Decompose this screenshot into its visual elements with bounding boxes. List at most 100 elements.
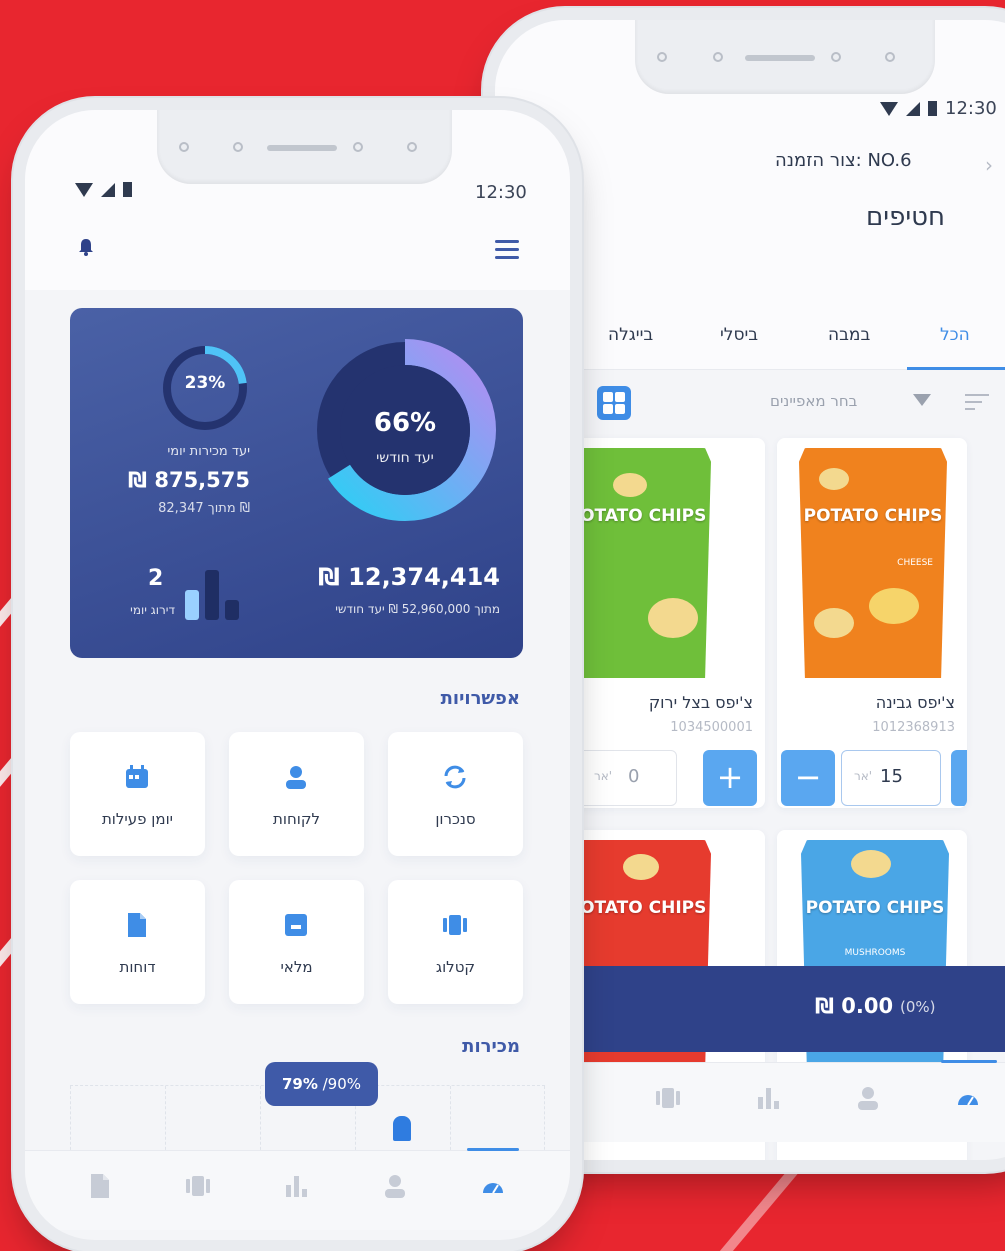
sales-title: מכירות [462,1036,520,1057]
tab-indicator [907,367,1005,370]
phone-notch [635,20,935,94]
tab-all[interactable]: הכל [940,325,970,345]
tile-label: לקוחות [273,810,320,828]
sales-target: /90% [317,1075,362,1093]
product-brand: POTATO CHIPS [805,898,945,918]
dashboard-icon[interactable] [955,1085,981,1111]
sales-bar [393,1116,411,1141]
quantity-input[interactable]: אר' 15 [841,750,941,806]
sync-icon [444,765,466,789]
chart-icon[interactable] [283,1173,309,1199]
product-image: POTATO CHIPS [575,448,711,678]
chip-graphic [648,598,698,638]
chip-graphic [623,854,659,880]
signal-icon [906,101,920,116]
tile-label: דוחות [119,958,156,976]
product-card[interactable]: POTATO CHIPS צ'יפס בצל ירוק 1034500001 א… [575,438,765,808]
tile-label: יומן פעילות [101,810,174,828]
bottom-nav [25,1148,570,1230]
tile-customers[interactable]: לקוחות [229,732,364,856]
bell-icon[interactable] [77,238,95,256]
monthly-amount: ₪ 12,374,414 [318,563,500,591]
sales-tooltip: 79% /90% [265,1062,378,1106]
sensor [713,52,723,62]
bottom-nav [495,1060,1005,1142]
tile-reports[interactable]: דוחות [70,880,205,1004]
order-id: צור הזמנה: NO.6 [775,150,912,171]
user-icon[interactable] [855,1085,881,1111]
product-image: POTATO CHIPS CHEESE [799,448,947,678]
tile-sync[interactable]: סנכרון [388,732,523,856]
product-code: 1034500001 [670,720,753,735]
grid-view-icon[interactable] [597,386,631,420]
product-name: צ'יפס גבינה [875,693,955,712]
product-brand: POTATO CHIPS [575,898,707,918]
phone-notch [157,110,452,184]
filter-icon[interactable] [913,394,931,406]
sensor [353,142,363,152]
tile-label: קטלוג [435,958,476,976]
tab-bamba[interactable]: במבה [828,325,870,345]
unit-label: אר' [854,769,873,783]
document-icon[interactable] [87,1173,113,1199]
speaker [267,145,337,151]
filter-row: בחר מאפיינים [495,372,1005,434]
product-name: צ'יפס בצל ירוק [648,693,753,712]
back-chevron-icon[interactable]: › [985,153,993,177]
product-flavor: CHEESE [897,558,933,568]
tile-inventory[interactable]: מלאי [229,880,364,1004]
battery-icon [928,101,937,116]
monthly-target-of: מתוך 52,960,000 ₪ יעד חודשי [335,602,500,616]
chip-graphic [819,468,849,490]
chip-graphic [613,473,647,497]
document-icon [128,913,146,937]
filter-select[interactable]: בחר מאפיינים [770,392,857,410]
chart-icon[interactable] [755,1085,781,1111]
tile-activity-log[interactable]: יומן פעילות [70,732,205,856]
camera [657,52,667,62]
tab-bisli[interactable]: ביסלי [720,325,758,345]
quantity-value: 0 [628,766,640,787]
phone-dashboard: 12:30 66% יעד חודשי 23% יעד מכירות יומי … [25,110,570,1240]
nav-active-indicator [467,1148,519,1151]
sales-value: 79% [281,1075,318,1093]
cart-summary-bar[interactable]: ^ (0%) ₪ 0.00 [575,966,1005,1052]
sensor [233,142,243,152]
chip-graphic [851,850,891,878]
increase-button[interactable]: + [951,750,967,806]
phone-catalog: 12:30 › צור הזמנה: NO.6 חטיפים הכל במבה … [495,20,1005,1160]
wifi-icon [75,182,93,197]
chip-graphic [814,608,854,638]
product-brand: POTATO CHIPS [575,506,707,526]
user-icon[interactable] [382,1173,408,1199]
camera [179,142,189,152]
sales-summary-card: 66% יעד חודשי 23% יעד מכירות יומי ₪ 875,… [70,308,523,658]
monthly-percent: 66% [373,408,437,438]
user-icon [286,766,306,789]
inventory-icon [285,914,307,936]
quantity-stepper: אר' 0 + [575,750,765,806]
wifi-icon [880,101,898,116]
cart-total: ₪ 0.00 [815,994,894,1018]
quantity-stepper: − אר' 15 + [777,750,967,806]
sensor [831,52,841,62]
catalog-icon[interactable] [185,1173,211,1199]
increase-button[interactable]: + [703,750,757,806]
quantity-input[interactable]: אר' 0 [575,750,677,806]
sensor [407,142,417,152]
product-brand: POTATO CHIPS [803,506,943,526]
calendar-icon [126,765,148,788]
product-card[interactable]: POTATO CHIPS CHEESE צ'יפס גבינה 10123689… [777,438,967,808]
rank-chart-icon [185,566,245,620]
dashboard-icon[interactable] [480,1173,506,1199]
quantity-value: 15 [880,766,903,787]
tab-beigale[interactable]: בייגלה [608,325,653,345]
daily-rank-value: 2 [148,566,164,591]
menu-icon[interactable] [495,240,519,264]
nav-active-indicator [941,1060,997,1063]
tile-catalog[interactable]: קטלוג [388,880,523,1004]
sort-icon[interactable] [965,394,989,415]
decrease-button[interactable]: − [781,750,835,806]
daily-rank-label: דירוג יומי [130,603,175,617]
catalog-icon[interactable] [655,1085,681,1111]
